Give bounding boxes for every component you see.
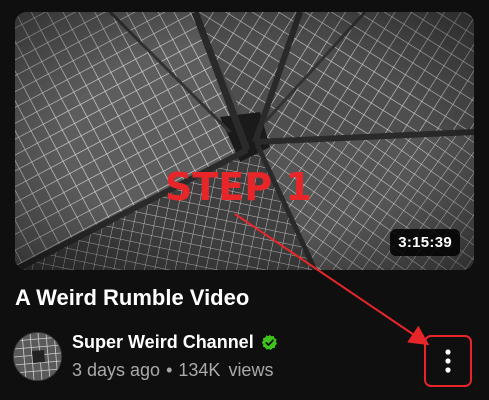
video-meta: 3 days ago • 134K views (72, 360, 273, 381)
meta-separator: • (166, 360, 173, 380)
video-title[interactable]: A Weird Rumble Video (15, 285, 249, 311)
upload-time: 3 days ago (72, 360, 161, 380)
channel-avatar[interactable] (13, 332, 62, 381)
views-label: views (228, 360, 274, 380)
video-thumbnail[interactable]: 3:15:39 (15, 12, 474, 270)
duration-badge: 3:15:39 (390, 229, 460, 256)
more-vertical-icon (445, 349, 451, 373)
step-annotation-label: STEP 1 (165, 165, 312, 209)
verified-check-icon (261, 334, 278, 351)
avatar-image (14, 333, 61, 380)
channel-row: Super Weird Channel (72, 332, 278, 353)
channel-name[interactable]: Super Weird Channel (72, 332, 254, 353)
video-card[interactable]: 3:15:39 A Weird Rumble Video Super Weird… (0, 0, 489, 400)
view-count: 134K (178, 360, 221, 380)
more-options-button[interactable] (424, 335, 472, 387)
